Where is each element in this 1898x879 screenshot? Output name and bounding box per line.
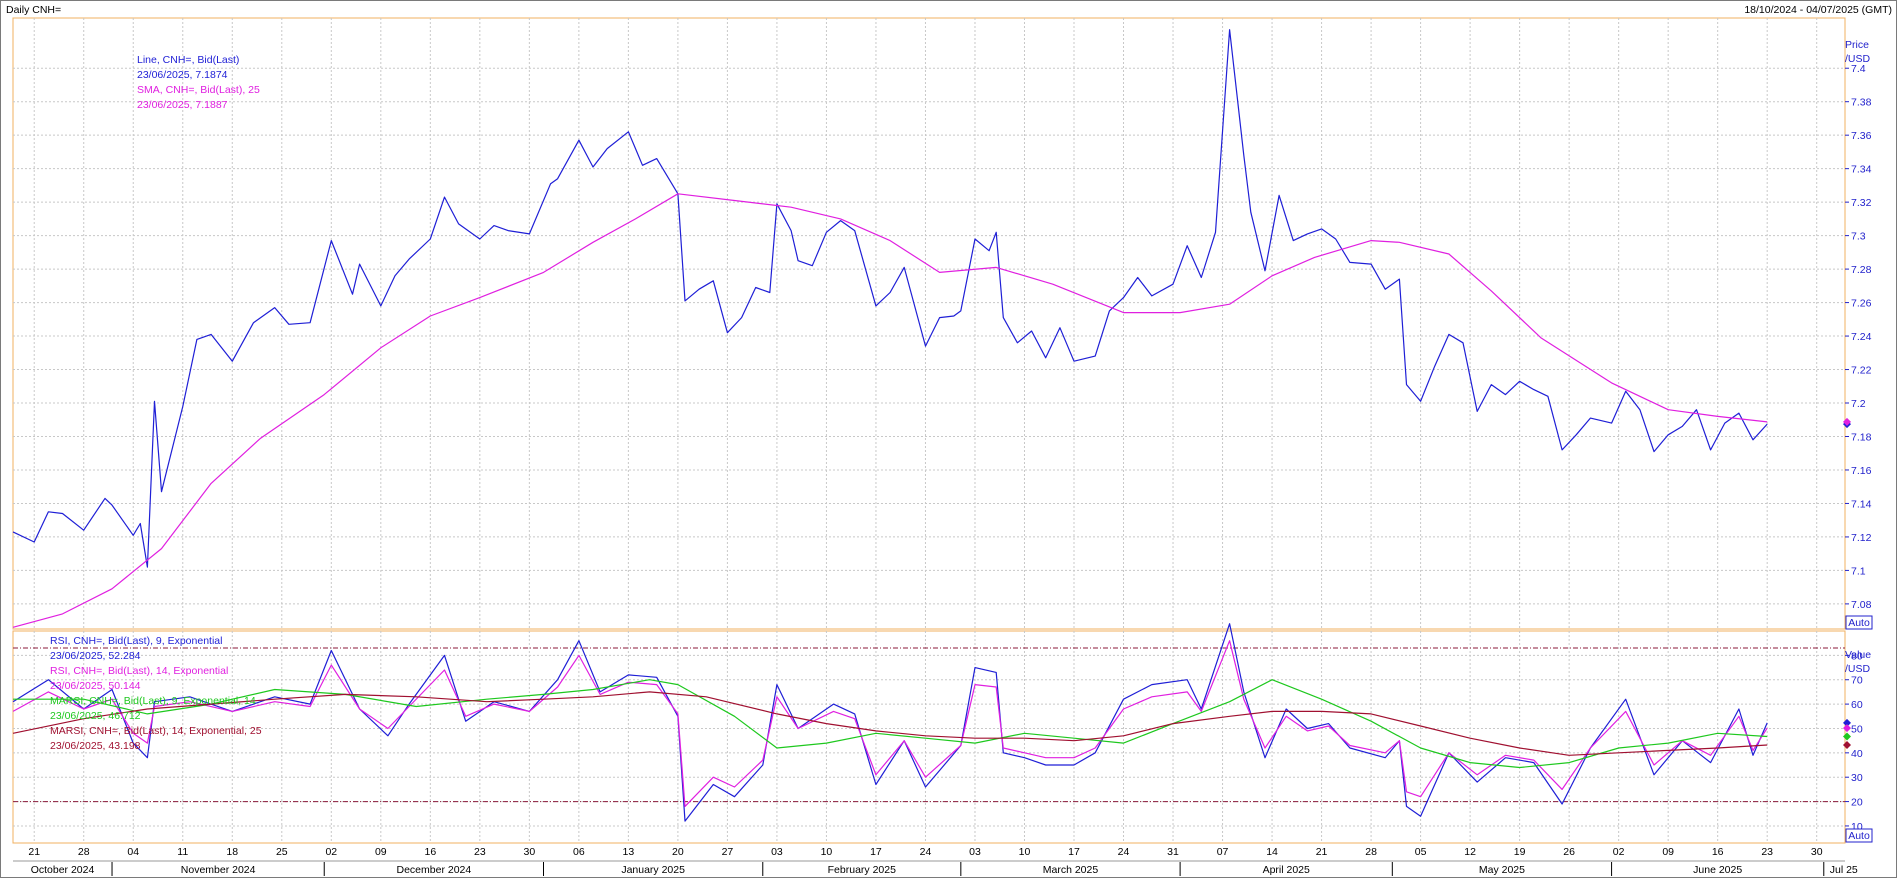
x-tick-day: 05 bbox=[1415, 846, 1427, 858]
price-legend-line-2: SMA, CNH=, Bid(Last), 25 bbox=[137, 84, 260, 96]
x-tick-day: 31 bbox=[1167, 846, 1179, 858]
x-tick-day: 02 bbox=[325, 846, 337, 858]
osc-legend-line-3: 23/06/2025, 50.144 bbox=[50, 680, 141, 692]
x-tick-day: 17 bbox=[1068, 846, 1080, 858]
price-auto-button[interactable]: Auto bbox=[1845, 615, 1873, 630]
price-y-tick-label: 7.22 bbox=[1851, 365, 1872, 377]
x-tick-day: 30 bbox=[1811, 846, 1823, 858]
x-tick-month: March 2025 bbox=[1043, 864, 1099, 876]
price-y-tick-label: 7.1 bbox=[1851, 565, 1866, 577]
x-tick-day: 03 bbox=[771, 846, 783, 858]
osc-legend-line-6: MARSI, CNH=, Bid(Last), 14, Exponential,… bbox=[50, 725, 262, 737]
x-tick-day: 13 bbox=[623, 846, 635, 858]
x-tick-day: 18 bbox=[226, 846, 238, 858]
osc-y-tick-label: 40 bbox=[1851, 748, 1863, 760]
x-tick-day: 21 bbox=[1316, 846, 1328, 858]
osc-y-tick-label: 30 bbox=[1851, 772, 1863, 784]
price-y-tick-label: 7.14 bbox=[1851, 498, 1872, 510]
osc-y-tick-label: 70 bbox=[1851, 675, 1863, 687]
price-y-tick-label: 7.12 bbox=[1851, 532, 1872, 544]
chart-title: Daily CNH= bbox=[6, 4, 61, 16]
x-tick-day: 06 bbox=[573, 846, 585, 858]
x-tick-day: 16 bbox=[1712, 846, 1724, 858]
x-tick-month: April 2025 bbox=[1263, 864, 1310, 876]
x-tick-day: 27 bbox=[722, 846, 734, 858]
x-tick-day: 28 bbox=[1365, 846, 1377, 858]
x-tick-day: 14 bbox=[1266, 846, 1278, 858]
price-y-tick-label: 7.08 bbox=[1851, 599, 1872, 611]
x-tick-month: June 2025 bbox=[1693, 864, 1742, 876]
x-tick-month: October 2024 bbox=[31, 864, 95, 876]
x-tick-day: 09 bbox=[1662, 846, 1674, 858]
x-tick-day: 19 bbox=[1514, 846, 1526, 858]
x-tick-day: 24 bbox=[920, 846, 932, 858]
price-y-tick-label: 7.16 bbox=[1851, 465, 1872, 477]
x-tick-day: 24 bbox=[1118, 846, 1130, 858]
osc-legend-line-4: MARSI, CNH=, Bid(Last), 9, Exponential, … bbox=[50, 695, 256, 707]
price-y-tick-label: 7.32 bbox=[1851, 197, 1872, 209]
price-axis-title: Price bbox=[1845, 39, 1869, 51]
x-tick-day: 20 bbox=[672, 846, 684, 858]
x-tick-month: Jul 25 bbox=[1830, 864, 1858, 876]
price-y-tick-label: 7.38 bbox=[1851, 97, 1872, 109]
price-y-tick-label: 7.34 bbox=[1851, 164, 1872, 176]
osc-legend-line-2: RSI, CNH=, Bid(Last), 14, Exponential bbox=[50, 665, 228, 677]
osc-y-tick-label: 20 bbox=[1851, 797, 1863, 809]
osc-axis-title: Value bbox=[1845, 649, 1871, 661]
price-auto-label: Auto bbox=[1848, 617, 1870, 629]
x-tick-day: 10 bbox=[821, 846, 833, 858]
x-tick-month: November 2024 bbox=[181, 864, 256, 876]
x-tick-day: 04 bbox=[127, 846, 139, 858]
x-tick-day: 09 bbox=[375, 846, 387, 858]
x-tick-day: 21 bbox=[28, 846, 40, 858]
x-tick-day: 11 bbox=[177, 846, 188, 858]
price-y-tick-label: 7.26 bbox=[1851, 298, 1872, 310]
x-tick-day: 30 bbox=[524, 846, 536, 858]
window-frame bbox=[0, 0, 1897, 878]
x-tick-day: 26 bbox=[1563, 846, 1575, 858]
x-tick-day: 12 bbox=[1464, 846, 1476, 858]
x-tick-month: February 2025 bbox=[828, 864, 896, 876]
x-tick-day: 10 bbox=[1019, 846, 1031, 858]
osc-auto-label: Auto bbox=[1848, 830, 1870, 842]
price-y-tick-label: 7.28 bbox=[1851, 264, 1872, 276]
x-tick-day: 02 bbox=[1613, 846, 1625, 858]
x-tick-day: 16 bbox=[424, 846, 436, 858]
price-y-tick-label: 7.18 bbox=[1851, 431, 1872, 443]
price-y-tick-label: 7.24 bbox=[1851, 331, 1872, 343]
price-axis-unit: /USD bbox=[1845, 53, 1871, 65]
osc-axis-unit: /USD bbox=[1845, 663, 1871, 675]
x-tick-day: 03 bbox=[969, 846, 981, 858]
x-tick-month: January 2025 bbox=[621, 864, 685, 876]
price-legend-line-0: Line, CNH=, Bid(Last) bbox=[137, 54, 239, 66]
osc-y-tick-label: 60 bbox=[1851, 699, 1863, 711]
osc-y-tick-label: 50 bbox=[1851, 723, 1863, 735]
price-legend-line-3: 23/06/2025, 7.1887 bbox=[137, 99, 228, 111]
price-y-tick-label: 7.36 bbox=[1851, 130, 1872, 142]
x-tick-day: 17 bbox=[870, 846, 882, 858]
price-legend-line-1: 23/06/2025, 7.1874 bbox=[137, 69, 228, 81]
x-tick-day: 25 bbox=[276, 846, 288, 858]
chart-canvas[interactable]: Daily CNH= 18/10/2024 - 04/07/2025 (GMT)… bbox=[0, 0, 1898, 879]
x-tick-month: May 2025 bbox=[1479, 864, 1525, 876]
x-tick-day: 23 bbox=[474, 846, 486, 858]
osc-legend-line-0: RSI, CNH=, Bid(Last), 9, Exponential bbox=[50, 635, 222, 647]
x-tick-day: 28 bbox=[78, 846, 90, 858]
x-tick-day: 23 bbox=[1761, 846, 1773, 858]
price-y-tick-label: 7.2 bbox=[1851, 398, 1866, 410]
x-tick-day: 07 bbox=[1217, 846, 1229, 858]
osc-legend-line-1: 23/06/2025, 52.284 bbox=[50, 650, 141, 662]
price-y-tick-label: 7.3 bbox=[1851, 231, 1866, 243]
date-range: 18/10/2024 - 04/07/2025 (GMT) bbox=[1744, 4, 1892, 16]
x-tick-month: December 2024 bbox=[397, 864, 472, 876]
price-y-tick-label: 7.4 bbox=[1851, 63, 1866, 75]
osc-auto-button[interactable]: Auto bbox=[1845, 828, 1873, 843]
osc-legend-line-7: 23/06/2025, 43.198 bbox=[50, 740, 141, 752]
osc-legend-line-5: 23/06/2025, 46.712 bbox=[50, 710, 141, 722]
